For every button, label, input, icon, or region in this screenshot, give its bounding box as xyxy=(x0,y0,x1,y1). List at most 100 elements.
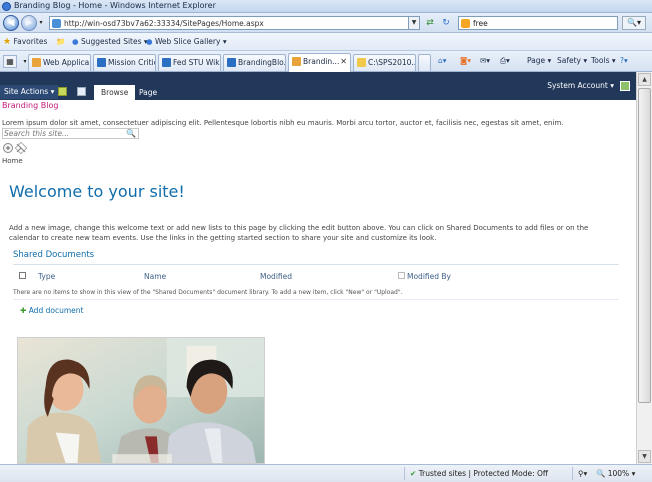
scroll-up-icon[interactable]: ▲ xyxy=(638,73,651,86)
back-button[interactable]: ◀ xyxy=(3,15,19,31)
address-bar[interactable]: http://win-osd73bv7a62:33334/SitePages/H… xyxy=(49,16,420,30)
add-favorite-icon[interactable]: 📁 xyxy=(56,37,65,46)
column-type[interactable]: Type xyxy=(38,272,55,281)
search-box[interactable]: free xyxy=(458,16,618,30)
window-title: Branding Blog - Home - Windows Internet … xyxy=(14,1,216,10)
tab-label: Brandin... xyxy=(303,57,340,66)
web-slice-gallery-label: Web Slice Gallery ▾ xyxy=(154,37,227,46)
security-zone[interactable]: ✔ Trusted sites | Protected Mode: Off xyxy=(410,469,548,478)
ie-icon: ● xyxy=(72,37,79,46)
tab-label: Mission Critic... xyxy=(108,58,155,67)
close-tab-icon[interactable]: ✕ xyxy=(340,54,347,69)
tab-label: Fed STU Wik... xyxy=(173,58,220,67)
plus-icon: ✚ xyxy=(20,306,27,315)
scroll-thumb[interactable] xyxy=(638,88,651,403)
security-zone-label: Trusted sites | Protected Mode: Off xyxy=(418,469,549,478)
search-input[interactable]: free xyxy=(473,19,488,28)
tab-branding-blog[interactable]: BrandingBlo... xyxy=(223,54,286,71)
modified-by-filter-checkbox xyxy=(398,272,405,279)
address-dropdown-icon[interactable]: ▼ xyxy=(408,17,419,29)
status-bar: ✔ Trusted sites | Protected Mode: Off ⚲▾… xyxy=(0,464,652,482)
tab-bar: ▦ ▾ Web Applica... Mission Critic... Fed… xyxy=(0,51,652,72)
navigate-up-icon[interactable] xyxy=(58,87,67,96)
tab-page[interactable]: Page xyxy=(132,85,164,100)
zoom-level[interactable]: 🔍 100% ▾ xyxy=(596,469,635,478)
blog-title[interactable]: Branding Blog xyxy=(2,101,58,110)
status-separator xyxy=(572,467,573,480)
tab-label: Web Applica... xyxy=(43,58,90,67)
address-url: http://win-osd73bv7a62:33334/SitePages/H… xyxy=(64,19,264,28)
ie-window: Branding Blog - Home - Windows Internet … xyxy=(0,0,652,482)
site-search-input[interactable]: Search this site... 🔍 xyxy=(2,128,139,139)
column-name[interactable]: Name xyxy=(144,272,166,281)
web-slice-gallery-link[interactable]: ● Web Slice Gallery ▾ xyxy=(146,37,227,46)
suggested-sites-label: Suggested Sites ▾ xyxy=(80,37,148,46)
ie-app-icon xyxy=(2,2,11,11)
page-content: Branding Blog Lorem ipsum dolor sit amet… xyxy=(0,100,636,464)
suggested-sites-link[interactable]: ● Suggested Sites ▾ xyxy=(72,37,148,46)
search-provider-icon xyxy=(461,19,470,28)
shared-documents-title[interactable]: Shared Documents xyxy=(13,250,94,260)
tab-mission-critical[interactable]: Mission Critic... xyxy=(93,54,156,71)
tab-label: BrandingBlo... xyxy=(238,58,286,67)
recent-pages-icon[interactable]: ▾ xyxy=(34,16,48,30)
tab-page-icon xyxy=(97,58,106,67)
feeds-icon[interactable]: ◙▾ xyxy=(460,56,471,65)
system-account-menu[interactable]: System Account ▾ xyxy=(547,81,614,90)
scroll-down-icon[interactable]: ▼ xyxy=(638,450,651,463)
web-part-divider xyxy=(13,264,619,265)
checkmark-icon: ✔ xyxy=(410,469,417,478)
refresh-icon[interactable]: ↻ xyxy=(439,16,453,30)
tab-web-applications[interactable]: Web Applica... xyxy=(28,54,91,71)
home-icon[interactable]: ⌂▾ xyxy=(438,56,447,65)
site-description: Lorem ipsum dolor sit amet, consectetuer… xyxy=(2,119,564,127)
breadcrumb[interactable]: Home xyxy=(2,157,23,165)
vertical-scrollbar[interactable]: ▲ ▼ xyxy=(636,72,652,464)
tab-page-icon xyxy=(162,58,171,67)
print-icon[interactable]: ⎙▾ xyxy=(500,56,510,66)
status-separator xyxy=(404,467,405,480)
page-menu[interactable]: Page ▾ xyxy=(527,56,551,65)
tools-menu[interactable]: Tools ▾ xyxy=(591,56,616,65)
search-button[interactable]: 🔍▾ xyxy=(622,16,646,30)
column-modified[interactable]: Modified xyxy=(260,272,292,281)
new-tab-button[interactable] xyxy=(418,54,431,71)
tab-folder-icon xyxy=(357,58,366,67)
column-modified-by[interactable]: Modified By xyxy=(407,272,451,281)
list-divider xyxy=(13,299,619,300)
search-icon[interactable]: 🔍 xyxy=(126,129,136,139)
protected-mode-icon[interactable]: ⚲▾ xyxy=(578,469,587,478)
tab-branding-active[interactable]: Brandin... ✕ xyxy=(288,53,351,72)
ie-icon: ● xyxy=(146,37,153,46)
welcome-text: Add a new image, change this welcome tex… xyxy=(9,224,589,242)
tags-notes-icon[interactable] xyxy=(2,142,32,154)
favorites-button[interactable]: ★ Favorites xyxy=(3,37,47,47)
safety-menu[interactable]: Safety ▾ xyxy=(557,56,587,65)
favorites-star-icon: ★ xyxy=(3,37,12,47)
compatibility-icon[interactable]: ⇄ xyxy=(423,16,437,30)
mail-icon[interactable]: ✉▾ xyxy=(480,56,490,65)
select-all-checkbox[interactable] xyxy=(19,272,26,279)
tab-page-icon xyxy=(292,57,301,66)
site-actions-menu[interactable]: Site Actions ▾ xyxy=(0,85,59,99)
zoom-icon: 🔍 xyxy=(596,469,606,478)
help-menu[interactable]: ?▾ xyxy=(620,56,628,65)
tab-sps2010[interactable]: C:\SPS2010... xyxy=(353,54,416,71)
tab-browse[interactable]: Browse xyxy=(94,85,136,100)
sharepoint-ribbon: Site Actions ▾ Browse Page System Accoun… xyxy=(0,72,636,100)
favorites-bar: ★ Favorites 📁 ● Suggested Sites ▾ ● Web … xyxy=(0,33,652,51)
site-search-placeholder: Search this site... xyxy=(4,129,70,138)
tab-page-icon xyxy=(32,58,41,67)
tab-page-icon xyxy=(227,58,236,67)
tab-label: C:\SPS2010... xyxy=(368,58,416,67)
navigation-bar: ◀ ▶ ▾ http://win-osd73bv7a62:33334/SiteP… xyxy=(0,13,652,33)
add-document-label: Add document xyxy=(28,306,84,315)
account-icon[interactable] xyxy=(620,81,630,91)
empty-list-message: There are no items to show in this view … xyxy=(13,289,403,296)
tab-fed-stu-wiki[interactable]: Fed STU Wik... xyxy=(158,54,221,71)
favorites-label: Favorites xyxy=(13,37,48,46)
edit-page-icon[interactable] xyxy=(77,87,86,96)
welcome-photo xyxy=(17,337,265,464)
quick-tabs-icon[interactable]: ▦ xyxy=(3,55,17,68)
add-document-link[interactable]: ✚ Add document xyxy=(20,306,83,315)
